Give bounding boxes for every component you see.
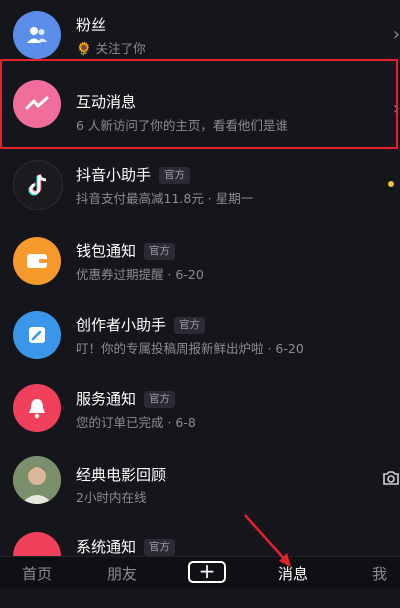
tiktok-icon — [13, 160, 63, 210]
list-item-wallet[interactable]: 钱包通知 官方 优惠券过期提醒 · 6-20 — [0, 228, 400, 308]
item-subtitle: 🌻 关注了你 — [76, 41, 146, 56]
tab-me[interactable]: 我 — [372, 563, 387, 584]
official-badge: 官方 — [174, 317, 206, 334]
item-title: 粉丝 — [76, 16, 107, 34]
unread-dot — [388, 181, 394, 187]
list-item-creator-assistant[interactable]: 创作者小助手 官方 叮！你的专属投稿周报新鲜出炉啦 · 6-20 — [0, 302, 400, 382]
official-badge: 官方 — [144, 243, 176, 260]
highlight-box — [0, 59, 398, 149]
official-badge: 官方 — [144, 539, 176, 556]
official-badge: 官方 — [144, 391, 176, 408]
sunflower-icon: 🌻 — [76, 41, 92, 56]
item-subtitle: 优惠券过期提醒 · 6-20 — [76, 267, 204, 282]
bottom-tab-bar: 首页 朋友 + 消息 我 — [0, 556, 400, 589]
item-title: 钱包通知 官方 — [76, 240, 176, 261]
bell-icon — [13, 384, 61, 432]
list-item-douyin-assistant[interactable]: 抖音小助手 官方 抖音支付最高减11.8元 · 星期一 — [0, 150, 400, 230]
official-badge: 官方 — [159, 167, 191, 184]
item-subtitle: 叮！你的专属投稿周报新鲜出炉啦 · 6-20 — [76, 341, 304, 356]
item-title: 经典电影回顾 — [76, 466, 167, 484]
add-button[interactable]: + — [188, 561, 226, 583]
chevron-right-icon: › — [392, 24, 400, 45]
item-title: 抖音小助手 官方 — [76, 164, 191, 185]
camera-icon[interactable] — [382, 470, 400, 491]
tab-messages[interactable]: 消息 — [278, 563, 308, 584]
item-title: 创作者小助手 官方 — [76, 314, 206, 335]
item-subtitle: 2小时内在线 — [76, 490, 147, 505]
list-item-classic-movies[interactable]: 经典电影回顾 2小时内在线 — [0, 450, 400, 530]
item-subtitle: 抖音支付最高减11.8元 · 星期一 — [76, 191, 254, 206]
users-icon — [13, 11, 61, 59]
edit-icon — [13, 311, 61, 359]
person-photo-icon — [13, 456, 61, 504]
item-title: 服务通知 官方 — [76, 388, 176, 409]
tab-friends[interactable]: 朋友 — [107, 563, 137, 584]
wallet-icon — [13, 237, 61, 285]
list-item-service[interactable]: 服务通知 官方 您的订单已完成 · 6-8 — [0, 376, 400, 456]
item-subtitle: 您的订单已完成 · 6-8 — [76, 415, 196, 430]
item-title: 系统通知 官方 — [76, 536, 176, 557]
tab-home[interactable]: 首页 — [22, 563, 52, 584]
